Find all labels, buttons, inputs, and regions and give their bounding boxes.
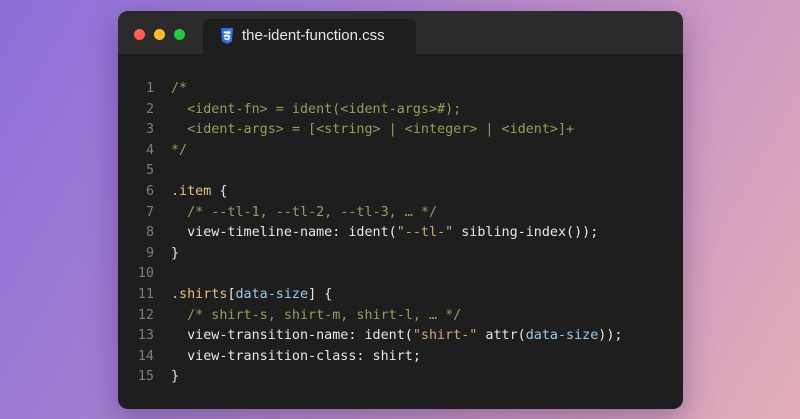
code-token: <ident-fn> = ident(<ident-args>#); [171, 101, 462, 117]
code-line: 7 /* --tl-1, --tl-2, --tl-3, … */ [118, 203, 683, 224]
code-token: view-transition-class: shirt; [171, 348, 421, 364]
code-token: <ident-args> = [<string> | <integer> | <… [171, 122, 575, 138]
minimize-button[interactable] [154, 29, 165, 40]
code-token: /* --tl-1, --tl-2, --tl-3, … */ [171, 204, 438, 220]
code-line: 14 view-transition-class: shirt; [118, 347, 683, 368]
close-button[interactable] [134, 29, 145, 40]
line-number: 12 [137, 307, 154, 323]
code-text: } [171, 244, 179, 265]
code-line: 13 view-transition-name: ident("shirt-" … [118, 326, 683, 347]
code-line: 8 view-timeline-name: ident("--tl-" sibl… [118, 223, 683, 244]
line-number: 10 [137, 266, 154, 282]
code-token: [ [227, 286, 236, 302]
line-number: 1 [145, 81, 154, 96]
code-line: 4 */ [118, 141, 683, 162]
code-line: 9} [118, 244, 683, 265]
code-text: .item { [171, 182, 227, 203]
line-number: 13 [137, 328, 154, 344]
line-number: 14 [137, 348, 154, 364]
code-editor[interactable]: 1/* 2 <ident-fn> = ident(<ident-args>#); 3… [118, 79, 683, 388]
code-text: view-timeline-name: ident("--tl-" siblin… [171, 223, 598, 244]
line-number: 4 [145, 142, 154, 158]
editor-window: the-ident-function.css 1 /* 2 <ident-fn> =… [118, 11, 683, 409]
code-token: */ [171, 142, 188, 158]
code-text: view-transition-class: shirt; [171, 347, 421, 368]
code-line: 6 .item { [118, 182, 683, 203]
code-text: } [171, 367, 179, 388]
code-token: "shirt-" [412, 328, 478, 344]
code-token: /* shirt-s, shirt-m, shirt-l, … */ [171, 307, 462, 323]
code-token: data-size [235, 286, 309, 302]
code-token: } [171, 245, 180, 261]
code-token: { [211, 183, 228, 199]
code-line: 15} [118, 367, 683, 388]
line-number: 9 [145, 245, 154, 261]
code-text: <ident-args> = [<string> | <integer> | <… [171, 120, 574, 141]
code-token: } [171, 369, 180, 385]
code-token: "--tl-" [396, 225, 454, 241]
code-token: /* [171, 81, 188, 96]
code-token: )); [598, 328, 623, 344]
code-text: /* --tl-1, --tl-2, --tl-3, … */ [171, 203, 437, 224]
code-token: attr( [477, 328, 526, 344]
line-number: 11 [137, 286, 154, 302]
line-number: 7 [145, 204, 154, 220]
code-text: .shirts[data-size] { [171, 285, 332, 306]
code-line: 3 <ident-args> = [<string> | <integer> |… [118, 120, 683, 141]
code-line: 10 [118, 264, 683, 285]
code-line: 5 [118, 161, 683, 182]
code-line: 2 <ident-fn> = ident(<ident-args>#); [118, 100, 683, 121]
line-number: 3 [145, 122, 154, 138]
code-line: 11 .shirts[data-size] { [118, 285, 683, 306]
code-text: /* shirt-s, shirt-m, shirt-l, … */ [171, 306, 461, 327]
maximize-button[interactable] [174, 29, 185, 40]
code-text: */ [171, 141, 187, 162]
code-token: ] { [308, 286, 333, 302]
line-number: 8 [145, 225, 154, 241]
css3-icon [221, 28, 233, 44]
code-token: sibling-index()); [453, 225, 599, 241]
code-token: view-timeline-name: ident( [171, 225, 397, 241]
code-line: 1 /* [118, 79, 683, 100]
code-token: data-size [525, 328, 599, 344]
line-number: 2 [145, 101, 154, 117]
code-token: view-transition-name: ident( [171, 328, 413, 344]
code-token: .item [171, 183, 212, 199]
title-bar: the-ident-function.css [118, 11, 683, 54]
code-token: .shirts [171, 286, 228, 302]
line-number: 6 [145, 183, 154, 199]
line-number: 15 [137, 369, 154, 385]
file-tab[interactable]: the-ident-function.css [203, 19, 416, 54]
code-text: <ident-fn> = ident(<ident-args>#); [171, 100, 461, 121]
code-text: /* [171, 79, 187, 100]
code-text: view-transition-name: ident("shirt-" att… [171, 326, 622, 347]
line-number: 5 [145, 163, 154, 179]
tab-title: the-ident-function.css [242, 27, 385, 44]
code-line: 12 /* shirt-s, shirt-m, shirt-l, … */ [118, 306, 683, 327]
